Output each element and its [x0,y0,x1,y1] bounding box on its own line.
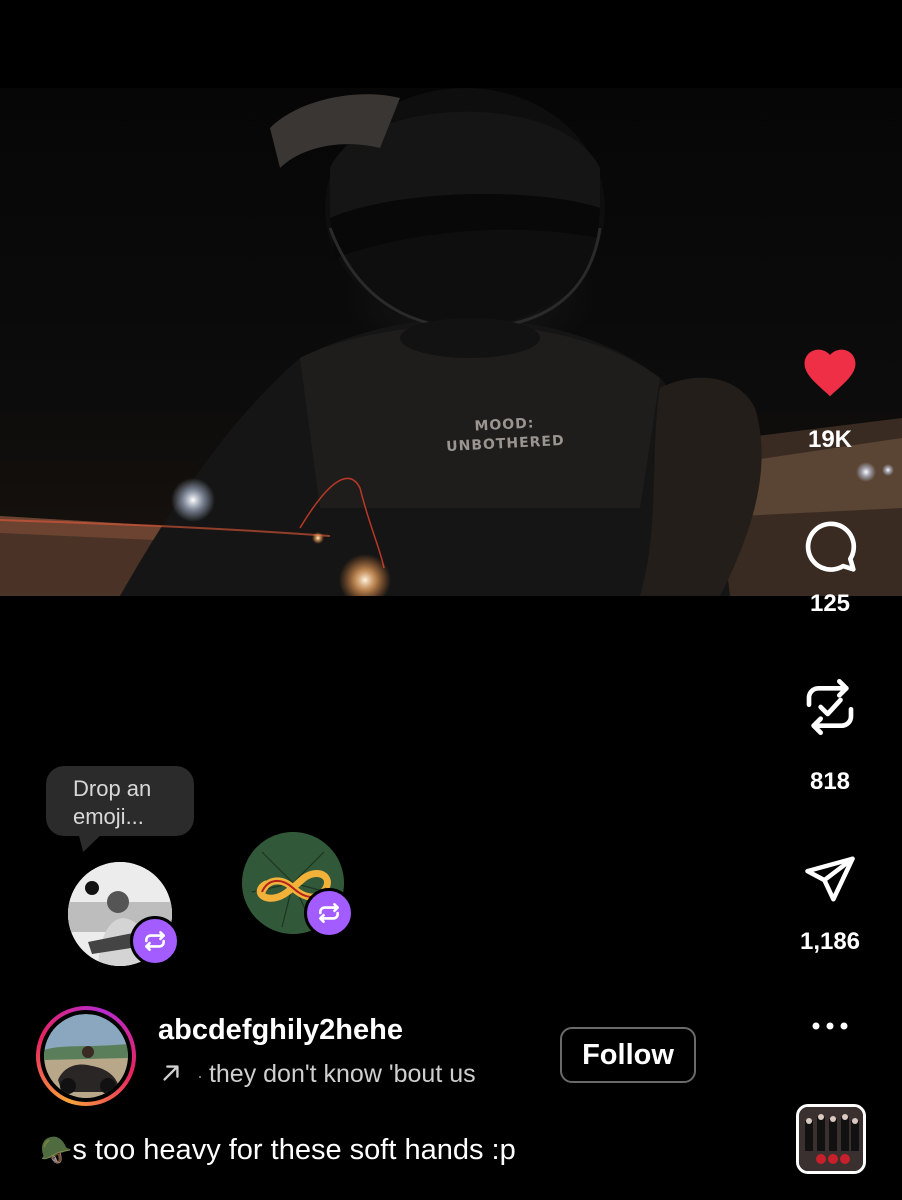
follow-button[interactable]: Follow [560,1027,696,1083]
tooltip-text: Drop an emoji... [73,776,152,829]
comment-bubble-icon [805,521,857,572]
like-button[interactable]: 19K [790,342,870,454]
comment-count: 125 [809,590,851,617]
repost-check-icon [806,678,854,735]
caption-text: s too heavy for these soft hands :p [72,1134,516,1166]
send-icon [805,856,855,902]
comment-button[interactable]: 125 [790,518,870,618]
tooltip-tail [78,832,104,852]
share-button[interactable]: 1,186 [790,852,870,956]
author-photo-icon [44,1014,128,1098]
more-dots-icon [812,1022,848,1030]
repost-icon [319,903,339,923]
album-art-icon [799,1107,863,1171]
helmet-emoji: 🪖 [40,1136,73,1166]
repost-count: 818 [809,768,851,795]
music-separator: · [196,1066,203,1086]
emoji-tooltip: Drop an emoji... [46,766,194,836]
repost-badge-1 [130,916,180,966]
video-player[interactable]: MOOD: UNBOTHERED [0,88,902,596]
repost-button[interactable]: 818 [790,676,870,796]
share-count: 1,186 [799,928,861,955]
like-count: 19K [807,426,853,453]
post-caption: 🪖s too heavy for these soft hands :p [40,1134,516,1167]
music-title: they don't know 'bout us [208,1060,476,1088]
author-avatar[interactable] [36,1006,136,1106]
author-username[interactable]: abcdefghily2hehe [158,1014,403,1047]
audio-link[interactable]: · they don't know 'bout us [158,1060,538,1089]
repost-badge-2 [304,888,354,938]
heart-icon [804,349,856,397]
video-frame [0,88,902,596]
arrow-up-right-icon [163,1065,179,1081]
more-options-button[interactable] [790,1020,870,1032]
audio-thumbnail[interactable] [796,1104,866,1174]
repost-icon [145,931,165,951]
